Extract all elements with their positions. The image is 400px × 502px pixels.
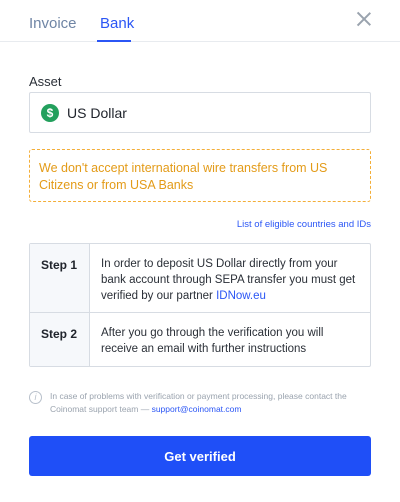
- asset-label: Asset: [29, 74, 62, 89]
- tab-bank[interactable]: Bank: [100, 15, 134, 32]
- active-tab-indicator: [97, 40, 131, 42]
- close-icon[interactable]: [356, 11, 372, 27]
- support-note: In case of problems with verification or…: [50, 390, 375, 416]
- eligible-countries-link[interactable]: List of eligible countries and IDs: [237, 219, 371, 230]
- info-icon: i: [29, 391, 42, 404]
- get-verified-button[interactable]: Get verified: [29, 436, 371, 476]
- step-description: After you go through the verification yo…: [101, 327, 324, 355]
- asset-value: US Dollar: [67, 105, 127, 121]
- step-row: Step 1 In order to deposit US Dollar dir…: [30, 244, 370, 313]
- asset-select[interactable]: $ US Dollar: [29, 92, 371, 133]
- step-row: Step 2 After you go through the verifica…: [30, 313, 370, 366]
- step-text: In order to deposit US Dollar directly f…: [90, 244, 370, 312]
- step-label: Step 1: [30, 244, 90, 312]
- dollar-icon: $: [41, 104, 59, 122]
- support-email-link[interactable]: support@coinomat.com: [152, 404, 242, 414]
- steps-table: Step 1 In order to deposit US Dollar dir…: [29, 243, 371, 367]
- tab-bar: Invoice Bank: [0, 0, 400, 42]
- idnow-link[interactable]: IDNow.eu: [216, 290, 266, 302]
- step-label: Step 2: [30, 313, 90, 366]
- tab-invoice[interactable]: Invoice: [29, 15, 77, 32]
- warning-box: We don't accept international wire trans…: [29, 149, 371, 202]
- step-text: After you go through the verification yo…: [90, 313, 370, 366]
